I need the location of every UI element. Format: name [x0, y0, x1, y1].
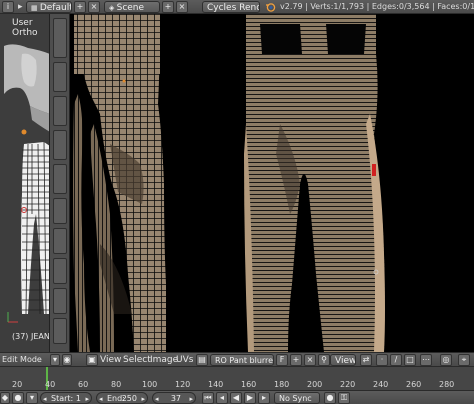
tool-tab-extra[interactable]: [53, 228, 67, 254]
tick-label: 260: [406, 380, 422, 389]
screen-layout-dropdown[interactable]: ▦ Default: [26, 1, 72, 13]
menu-view[interactable]: View: [100, 355, 121, 365]
scene-icon: ◈: [109, 4, 117, 12]
decrement-icon: ◂: [99, 395, 103, 403]
record-icon[interactable]: ●: [12, 392, 24, 404]
keyframe-icon[interactable]: ◆: [0, 392, 10, 404]
tool-shelf[interactable]: [50, 14, 70, 352]
timeline-ruler[interactable]: [0, 367, 474, 391]
image-editor-icon[interactable]: ▣: [86, 354, 98, 366]
sticky-select-icon[interactable]: ⋯: [420, 354, 432, 366]
increment-icon: ▸: [189, 395, 193, 403]
sync-dropdown[interactable]: No Sync: [274, 392, 320, 404]
tick-label: 100: [142, 380, 158, 389]
tick-label: 40: [45, 380, 56, 389]
view-mode-dropdown[interactable]: View: [330, 354, 356, 366]
menu-image[interactable]: Image: [150, 355, 178, 365]
end-frame-field[interactable]: ◂ End: 250 ▸: [96, 392, 148, 404]
object-status: (37) JEAN: [12, 332, 50, 341]
image-fake-user-icon[interactable]: F: [276, 354, 288, 366]
keying-set-icon[interactable]: ⚿: [338, 392, 350, 404]
tick-label: 140: [208, 380, 224, 389]
tick-label: 240: [373, 380, 389, 389]
timeline-footer: ◆ ● ▾ ◂ Start: 1 ▸ ◂ End: 250 ▸ ◂ 37 ▸ ⏮…: [0, 390, 474, 404]
menu-select[interactable]: Select: [123, 355, 151, 365]
image-new-icon[interactable]: +: [290, 354, 302, 366]
auto-key-icon[interactable]: ●: [324, 392, 336, 404]
menu-uvs[interactable]: UVs: [176, 355, 193, 365]
decrement-icon: ◂: [155, 395, 159, 403]
scene-dropdown[interactable]: ◈ Scene: [104, 1, 160, 13]
tool-tab-options[interactable]: [53, 130, 67, 160]
play-icon[interactable]: ▶: [244, 392, 256, 404]
mode-label[interactable]: Edit Mode: [2, 355, 42, 364]
tool-tab-shading[interactable]: [53, 96, 67, 126]
jump-start-icon[interactable]: ⏮: [202, 392, 214, 404]
tool-tab-tools[interactable]: [53, 18, 67, 58]
layout-icon: ▦: [31, 4, 40, 12]
tick-label: 220: [340, 380, 356, 389]
tick-label: 200: [307, 380, 323, 389]
prev-key-icon[interactable]: ◂: [216, 392, 228, 404]
info-header: i ▸ ▦ Default + × ◈ Scene + × Cycles Ren…: [0, 0, 474, 14]
proportional-edit-icon[interactable]: ◎: [440, 354, 452, 366]
render-engine-dropdown[interactable]: Cycles Render: [202, 1, 260, 13]
tick-label: 60: [78, 380, 89, 389]
layout-close-icon[interactable]: ×: [88, 1, 100, 13]
pin-icon[interactable]: ⚲: [318, 354, 330, 366]
uv-canvas: [73, 14, 385, 352]
scene-add-icon[interactable]: +: [162, 1, 174, 13]
timeline[interactable]: 20 40 60 80 100 120 140 160 180 200 220 …: [0, 366, 474, 391]
uv-editor-header: Edit Mode ▾ ◉ ▣ View Select Image UVs ▤ …: [0, 352, 474, 366]
next-key-icon[interactable]: ▸: [258, 392, 270, 404]
tick-label: 180: [274, 380, 290, 389]
scene-close-icon[interactable]: ×: [176, 1, 188, 13]
tool-tab-create[interactable]: [53, 62, 67, 92]
tick-label: 120: [175, 380, 191, 389]
image-unlink-icon[interactable]: ×: [304, 354, 316, 366]
face-select-icon[interactable]: □: [404, 354, 416, 366]
viewport-scene: [4, 44, 49, 323]
blender-logo-icon: [265, 2, 277, 12]
menu-more-icon[interactable]: ▸: [18, 2, 23, 12]
tool-tab-more[interactable]: [53, 258, 67, 284]
start-frame-field[interactable]: ◂ Start: 1 ▸: [40, 392, 92, 404]
vertex-select-icon[interactable]: ·: [376, 354, 388, 366]
decrement-icon: ◂: [43, 395, 47, 403]
tick-label: 280: [439, 380, 455, 389]
tick-label: 20: [12, 380, 23, 389]
jeans-wireframe: [21, 141, 49, 315]
increment-icon: ▸: [141, 395, 145, 403]
play-reverse-icon[interactable]: ◀: [230, 392, 242, 404]
uv-image-editor[interactable]: [70, 14, 474, 352]
current-frame-field[interactable]: ◂ 37 ▸: [152, 392, 196, 404]
tool-tab-misc[interactable]: [53, 198, 67, 224]
scene-stats: v2.79 | Verts:1/1,793 | Edges:0/3,564 | …: [280, 2, 474, 11]
view-label: User Ortho: [12, 18, 38, 38]
mode-dropdown-icon[interactable]: ▾: [50, 354, 60, 366]
layout-add-icon[interactable]: +: [74, 1, 86, 13]
3d-viewport[interactable]: User Ortho (37) JEAN: [0, 14, 50, 352]
image-browse-icon[interactable]: ▤: [196, 354, 208, 366]
tick-label: 160: [241, 380, 257, 389]
image-name-field[interactable]: RO Pant blurred.png: [210, 354, 274, 366]
increment-icon: ▸: [85, 395, 89, 403]
tool-tab-last[interactable]: [53, 288, 67, 314]
snap-icon[interactable]: ⌖: [458, 354, 470, 366]
uv-island-front: [244, 14, 385, 352]
pivot-icon[interactable]: ◉: [62, 354, 72, 366]
uv-sync-icon[interactable]: ⇄: [360, 354, 372, 366]
tick-label: 80: [111, 380, 122, 389]
uv-island-back: [73, 14, 166, 352]
edge-select-icon[interactable]: /: [390, 354, 402, 366]
info-editor-icon[interactable]: i: [2, 1, 14, 13]
playback-menu-icon[interactable]: ▾: [26, 392, 38, 404]
tool-tab-grease-pencil[interactable]: [53, 164, 67, 194]
tool-tab-end[interactable]: [53, 318, 67, 344]
